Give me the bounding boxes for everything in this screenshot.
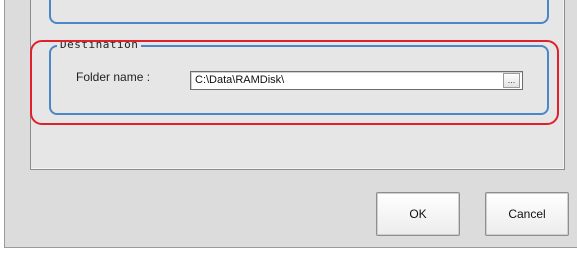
cancel-button[interactable]: Cancel xyxy=(485,192,569,236)
browse-folder-button[interactable]: ... xyxy=(503,73,520,88)
previous-settings-group xyxy=(49,0,549,24)
folder-name-value[interactable]: C:\Data\RAMDisk\ xyxy=(195,74,284,86)
folder-name-field[interactable]: C:\Data\RAMDisk\ ... xyxy=(190,71,523,90)
ok-button[interactable]: OK xyxy=(376,192,460,236)
folder-name-label: Folder name : xyxy=(76,70,151,84)
